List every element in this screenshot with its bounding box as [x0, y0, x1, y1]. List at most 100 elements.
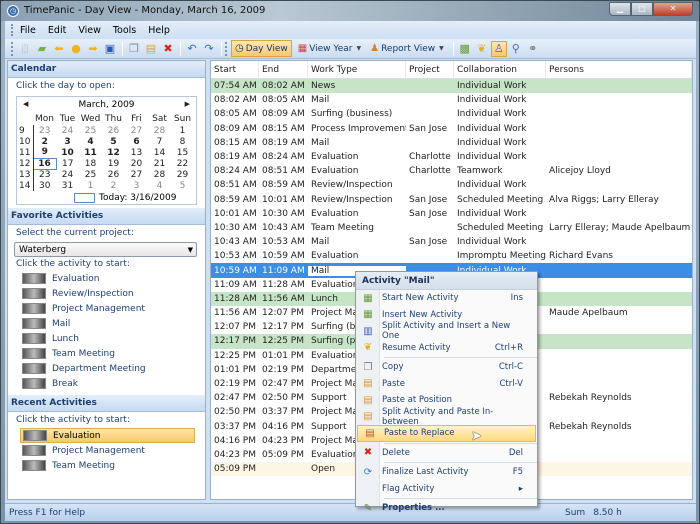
- open-icon[interactable]: ▰: [34, 41, 50, 57]
- context-item-start-new-activity[interactable]: ▦ Start New Activity Ins: [356, 290, 537, 307]
- calendar-day[interactable]: 24: [56, 169, 79, 180]
- calendar-day[interactable]: 18: [79, 158, 102, 169]
- column-end[interactable]: End: [259, 61, 308, 78]
- table-row[interactable]: 08:59 AM 10:01 AM Review/Inspection San Jos…: [211, 193, 692, 207]
- table-row[interactable]: 08:09 AM 08:15 AM Process Improvement San J…: [211, 122, 692, 136]
- calendar-day[interactable]: 5: [102, 136, 125, 147]
- calendar-day[interactable]: 28: [148, 169, 171, 180]
- paste-icon[interactable]: ▤: [143, 41, 159, 57]
- minimize-button[interactable]: ▁: [609, 2, 631, 16]
- column-persons[interactable]: Persons: [546, 61, 692, 78]
- calendar-day[interactable]: 2: [33, 136, 56, 147]
- context-item-finalize-last-activity[interactable]: ⟳ Finalize Last Activity F5: [356, 464, 537, 481]
- calendar-day[interactable]: 1: [79, 180, 102, 191]
- calendar-day[interactable]: 31: [56, 180, 79, 191]
- activity-item[interactable]: Mail: [8, 316, 205, 331]
- menu-file[interactable]: File: [20, 25, 36, 36]
- location-icon[interactable]: ⚲: [508, 41, 524, 57]
- calendar-day[interactable]: 16: [32, 157, 57, 170]
- close-button[interactable]: ✕: [653, 2, 693, 16]
- context-item-copy[interactable]: ❐ Copy Ctrl-C: [356, 359, 537, 376]
- calendar-day[interactable]: 4: [79, 136, 102, 147]
- project-select[interactable]: Waterberg ▼: [14, 242, 197, 257]
- calendar-day[interactable]: 21: [148, 158, 171, 169]
- activity-item[interactable]: Review/Inspection: [8, 286, 205, 301]
- calendar-day[interactable]: 9: [33, 147, 56, 158]
- calendar-day[interactable]: 5: [171, 180, 194, 191]
- clocks-icon[interactable]: ⚭: [525, 41, 541, 57]
- delete-icon[interactable]: ✖: [160, 41, 176, 57]
- report-view-button[interactable]: ♟ Report View ▼: [367, 40, 447, 57]
- context-item-resume-activity[interactable]: ❦ Resume Activity Ctrl+R: [356, 340, 537, 357]
- calendar-day[interactable]: 4: [148, 180, 171, 191]
- calendar-day[interactable]: 25: [79, 169, 102, 180]
- menu-help[interactable]: Help: [148, 25, 170, 36]
- table-row[interactable]: 10:43 AM 10:53 AM Mail San Jose Individual W…: [211, 235, 692, 249]
- calendar-day[interactable]: 15: [171, 147, 194, 158]
- calendar-day[interactable]: 10: [56, 147, 79, 158]
- context-item-delete[interactable]: ✖ Delete Del: [356, 445, 537, 462]
- calendar-day[interactable]: 25: [79, 125, 102, 136]
- context-item-split-activity-and-insert-a-new-one[interactable]: ▥ Split Activity and Insert a New One: [356, 321, 537, 341]
- table-row[interactable]: 08:19 AM 08:24 AM Evaluation Charlotte Indiv…: [211, 150, 692, 164]
- copy-icon[interactable]: ❐: [126, 41, 142, 57]
- context-item-flag-activity[interactable]: Flag Activity ▸: [356, 481, 537, 498]
- calendar-day[interactable]: 29: [171, 169, 194, 180]
- next-month-icon[interactable]: ▶: [185, 100, 190, 111]
- calendar-day[interactable]: 6: [125, 136, 148, 147]
- column-work-type[interactable]: Work Type: [308, 61, 406, 78]
- calendar-header[interactable]: Calendar: [8, 61, 205, 78]
- calendar-day[interactable]: 8: [171, 136, 194, 147]
- calendar-day[interactable]: 11: [79, 147, 102, 158]
- table-row[interactable]: 08:51 AM 08:59 AM Review/Inspection Individ…: [211, 178, 692, 192]
- calendar-day[interactable]: 2: [102, 180, 125, 191]
- recent-header[interactable]: Recent Activities: [8, 395, 205, 412]
- save-icon[interactable]: ▣: [102, 41, 118, 57]
- calendar-day[interactable]: 14: [148, 147, 171, 158]
- table-row[interactable]: 08:05 AM 08:09 AM Surfing (business) Indivi…: [211, 107, 692, 121]
- activity-item[interactable]: Team Meeting: [8, 458, 205, 473]
- calendar-day[interactable]: 23: [33, 169, 56, 180]
- activity-item[interactable]: Evaluation: [20, 428, 195, 443]
- table-row[interactable]: 10:53 AM 10:59 AM Evaluation Impromptu Meet…: [211, 249, 692, 263]
- undo-icon[interactable]: ↶: [184, 41, 200, 57]
- add-activity-icon[interactable]: ▩: [457, 41, 473, 57]
- activity-item[interactable]: Project Management: [8, 301, 205, 316]
- table-row[interactable]: 08:15 AM 08:19 AM Mail Individual Work: [211, 136, 692, 150]
- activity-item[interactable]: Department Meeting: [8, 361, 205, 376]
- activity-item[interactable]: Break: [8, 376, 205, 391]
- prev-month-icon[interactable]: ◀: [23, 100, 28, 111]
- maximize-button[interactable]: □: [631, 2, 653, 16]
- calendar-day[interactable]: 22: [171, 158, 194, 169]
- calendar-day[interactable]: 24: [56, 125, 79, 136]
- context-item-paste-to-replace[interactable]: ▤ Paste to Replace: [357, 425, 536, 442]
- calendar-day[interactable]: 20: [125, 158, 148, 169]
- forward-icon[interactable]: ➡: [85, 41, 101, 57]
- activity-item[interactable]: Project Management: [8, 443, 205, 458]
- column-collaboration[interactable]: Collaboration: [454, 61, 546, 78]
- calendar-day[interactable]: 3: [56, 136, 79, 147]
- day-view-button[interactable]: ◷ Day View: [231, 40, 292, 57]
- calendar-day[interactable]: 28: [148, 125, 171, 136]
- activity-item[interactable]: Team Meeting: [8, 346, 205, 361]
- activity-item[interactable]: Lunch: [8, 331, 205, 346]
- today-link[interactable]: Today: 3/16/2009: [74, 193, 176, 203]
- calendar-day[interactable]: 3: [125, 180, 148, 191]
- calendar-day[interactable]: 1: [171, 125, 194, 136]
- table-row[interactable]: 10:01 AM 10:30 AM Evaluation San Jose Indivi…: [211, 207, 692, 221]
- calendar-day[interactable]: 26: [102, 169, 125, 180]
- calendar-day[interactable]: 19: [102, 158, 125, 169]
- calendar-day[interactable]: 12: [102, 147, 125, 158]
- menu-edit[interactable]: Edit: [48, 25, 66, 36]
- calendar-day[interactable]: 23: [33, 125, 56, 136]
- table-row[interactable]: 10:30 AM 10:43 AM Team Meeting Scheduled Me…: [211, 221, 692, 235]
- context-item-paste[interactable]: ▤ Paste Ctrl-V: [356, 376, 537, 393]
- calendar-day[interactable]: 27: [125, 125, 148, 136]
- redo-icon[interactable]: ↷: [201, 41, 217, 57]
- resume-icon[interactable]: ❦: [474, 41, 490, 57]
- calendar-day[interactable]: 27: [125, 169, 148, 180]
- context-item-split-activity-and-paste-in-between[interactable]: ▤ Split Activity and Paste In-between: [356, 407, 537, 427]
- calendar-day[interactable]: 13: [125, 147, 148, 158]
- user-icon[interactable]: ♙: [490, 40, 507, 57]
- favorites-header[interactable]: Favorite Activities: [8, 208, 205, 225]
